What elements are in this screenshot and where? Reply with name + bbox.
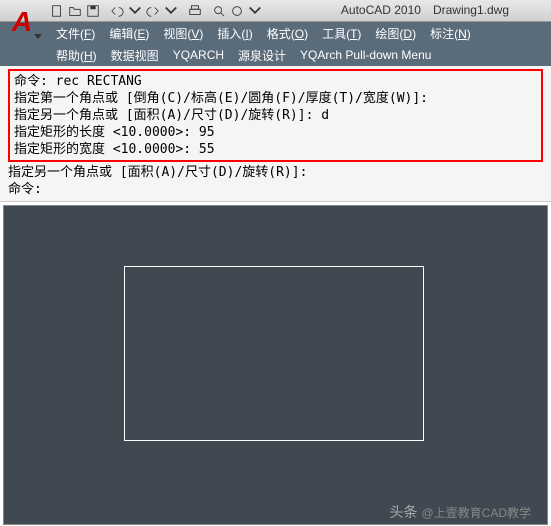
- window-title: AutoCAD 2010Drawing1.dwg: [341, 3, 521, 17]
- command-window[interactable]: 命令: rec RECTANG 指定第一个角点或 [倒角(C)/标高(E)/圆角…: [0, 66, 551, 202]
- menu-yuanquan[interactable]: 源泉设计: [232, 44, 292, 67]
- cmd-line: 命令: rec RECTANG: [14, 73, 537, 90]
- watermark: 头条 @上壹教育CAD教学: [389, 502, 531, 522]
- menu-yqarch[interactable]: YQARCH: [167, 45, 230, 65]
- cmd-line: 指定矩形的宽度 <10.0000>: 55: [14, 141, 537, 158]
- search-icon[interactable]: [210, 2, 228, 20]
- menu-edit[interactable]: 编辑(E): [103, 22, 155, 45]
- print-icon[interactable]: [186, 2, 204, 20]
- menu-dimension[interactable]: 标注(N): [424, 22, 477, 45]
- menu-draw[interactable]: 绘图(D): [369, 22, 422, 45]
- toutiao-icon: 头条: [389, 502, 417, 522]
- save-icon[interactable]: [84, 2, 102, 20]
- cmd-line: 指定另一个角点或 [面积(A)/尺寸(D)/旋转(R)]: d: [14, 107, 537, 124]
- rectangle-shape[interactable]: [124, 266, 424, 441]
- command-prompt: 命令:: [8, 181, 42, 198]
- menu-tools[interactable]: 工具(T): [316, 22, 367, 45]
- cmd-line: 指定另一个角点或 [面积(A)/尺寸(D)/旋转(R)]:: [8, 164, 543, 181]
- menu-file[interactable]: 文件(F): [50, 22, 101, 45]
- new-icon[interactable]: [48, 2, 66, 20]
- dropdown-icon[interactable]: [126, 2, 144, 20]
- open-icon[interactable]: [66, 2, 84, 20]
- redo-icon[interactable]: [144, 2, 162, 20]
- menu-help[interactable]: 帮助(H): [50, 44, 103, 67]
- menu-insert[interactable]: 插入(I): [211, 22, 258, 45]
- menu-dataview[interactable]: 数据视图: [105, 44, 165, 67]
- drawing-canvas[interactable]: [3, 205, 548, 525]
- watermark-text: @上壹教育CAD教学: [421, 504, 531, 521]
- app-logo[interactable]: A: [0, 0, 44, 44]
- menu-yqarch-pull[interactable]: YQArch Pull-down Menu: [294, 45, 437, 65]
- highlighted-commands: 命令: rec RECTANG 指定第一个角点或 [倒角(C)/标高(E)/圆角…: [8, 69, 543, 162]
- undo-icon[interactable]: [108, 2, 126, 20]
- cloud-icon[interactable]: [228, 2, 246, 20]
- dropdown-icon[interactable]: [246, 2, 264, 20]
- command-input[interactable]: [42, 182, 543, 197]
- menu-view[interactable]: 视图(V): [157, 22, 209, 45]
- dropdown-icon[interactable]: [162, 2, 180, 20]
- cmd-line: 指定矩形的长度 <10.0000>: 95: [14, 124, 537, 141]
- menu-format[interactable]: 格式(O): [261, 22, 314, 45]
- cmd-line: 指定第一个角点或 [倒角(C)/标高(E)/圆角(F)/厚度(T)/宽度(W)]…: [14, 90, 537, 107]
